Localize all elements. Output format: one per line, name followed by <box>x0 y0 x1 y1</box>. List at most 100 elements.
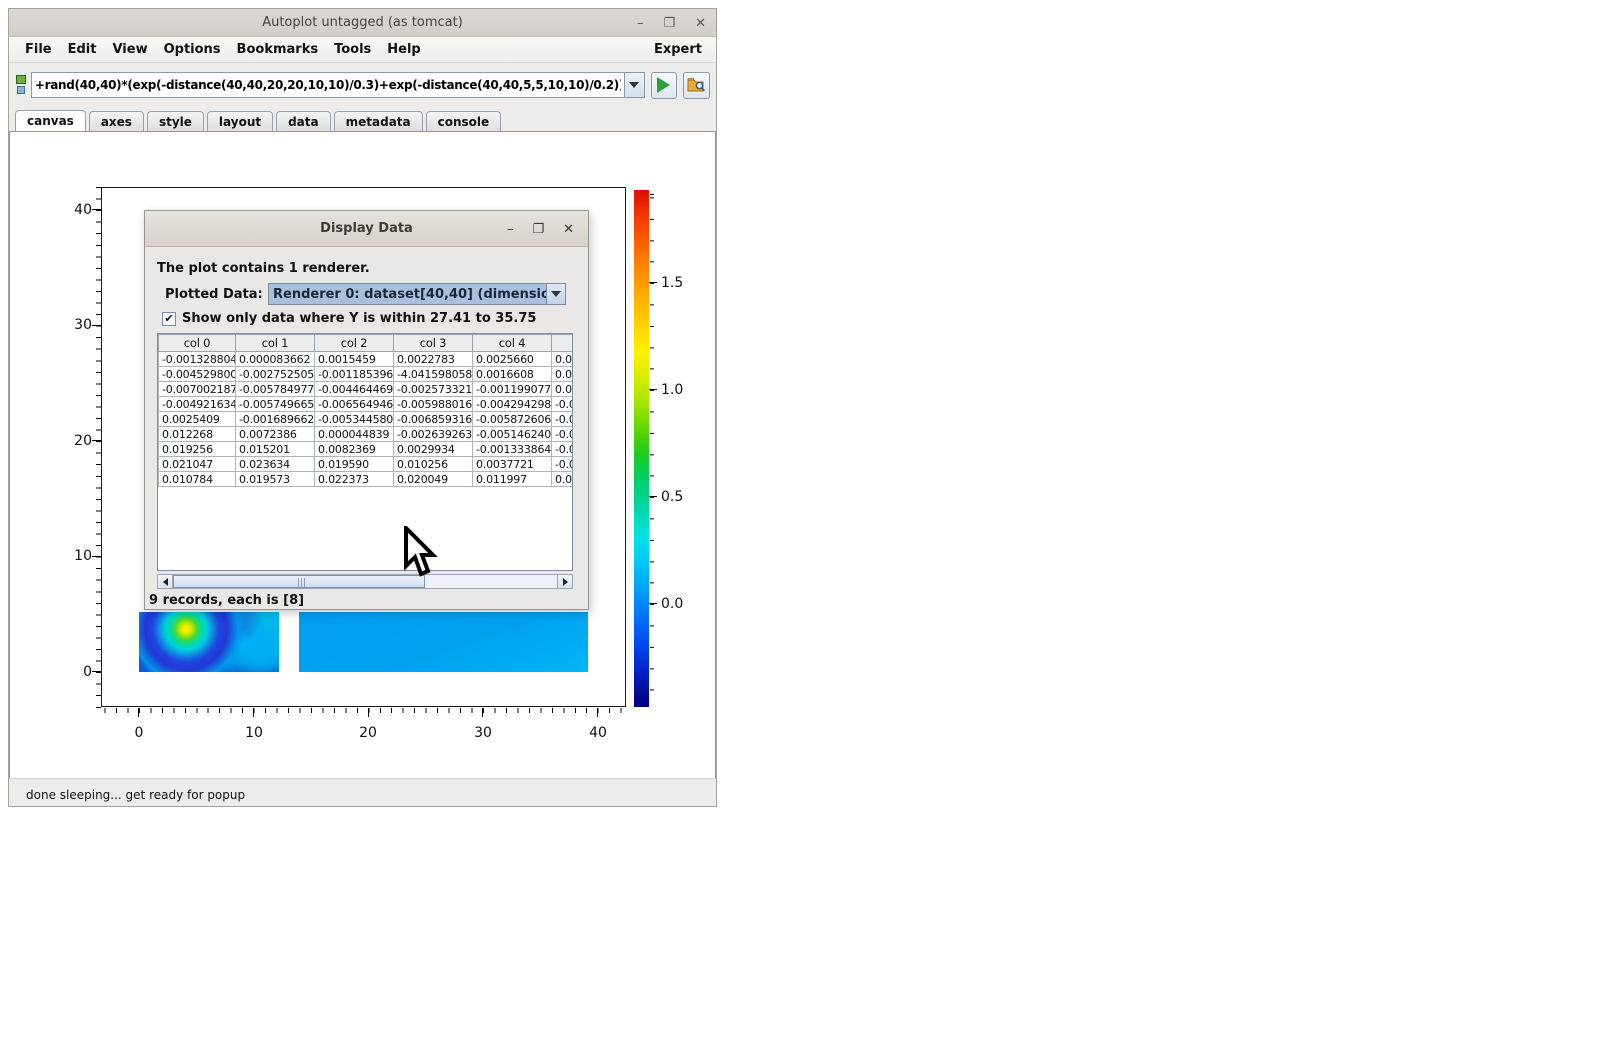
table-cell[interactable]: -0.004529800... <box>159 367 236 382</box>
table-cell[interactable]: 0.00 <box>552 352 574 367</box>
table-cell[interactable]: -0.0 <box>552 427 574 442</box>
dialog-maximize-icon[interactable]: ❐ <box>532 223 544 236</box>
table-cell[interactable]: 0.019573 <box>236 472 315 487</box>
colorbar[interactable] <box>634 190 649 707</box>
table-cell[interactable]: 0.012268 <box>159 427 236 442</box>
column-header[interactable] <box>552 335 574 352</box>
tab-metadata[interactable]: metadata <box>334 111 423 131</box>
menu-view[interactable]: View <box>104 39 155 60</box>
table-cell[interactable]: 0.00 <box>552 382 574 397</box>
expert-mode-label[interactable]: Expert <box>648 39 708 60</box>
table-cell[interactable]: -0.006564946... <box>315 397 394 412</box>
table-cell[interactable]: 0.010784 <box>159 472 236 487</box>
close-icon[interactable]: ✕ <box>695 17 706 30</box>
table-cell[interactable]: -0.0 <box>552 457 574 472</box>
title-bar[interactable]: Autoplot untagged (as tomcat) – ❐ ✕ <box>9 9 716 37</box>
table-cell[interactable]: 0.0029934 <box>394 442 473 457</box>
tab-layout[interactable]: layout <box>207 111 273 131</box>
combo-dropdown-button[interactable] <box>546 284 565 304</box>
table-cell[interactable]: 0.022373 <box>315 472 394 487</box>
data-table-scrollpane[interactable]: col 0 col 1 col 2 col 3 col 4 -0.0013288… <box>157 333 573 571</box>
table-cell[interactable]: 0.0072386 <box>236 427 315 442</box>
spectrogram-left-segment[interactable] <box>139 612 279 672</box>
table-cell[interactable]: -0.005872606... <box>473 412 552 427</box>
scroll-right-button[interactable] <box>557 575 572 588</box>
table-cell[interactable]: 0.0082369 <box>315 442 394 457</box>
table-cell[interactable]: 0.019256 <box>159 442 236 457</box>
table-cell[interactable]: 0.000083662 <box>236 352 315 367</box>
column-header[interactable]: col 0 <box>159 335 236 352</box>
table-cell[interactable]: -0.002752505... <box>236 367 315 382</box>
plotted-data-combobox[interactable]: Renderer 0: dataset[40,40] (dimension... <box>268 283 566 305</box>
column-header[interactable]: col 4 <box>473 335 552 352</box>
table-cell[interactable]: 0.019590 <box>315 457 394 472</box>
menu-help[interactable]: Help <box>379 39 428 60</box>
column-header[interactable]: col 3 <box>394 335 473 352</box>
table-cell[interactable]: -0.004294298... <box>473 397 552 412</box>
table-cell[interactable]: 0.0015459 <box>315 352 394 367</box>
table-cell[interactable]: -0.002573321... <box>394 382 473 397</box>
table-cell[interactable]: 0.0022783 <box>394 352 473 367</box>
scroll-left-button[interactable] <box>158 575 173 588</box>
table-cell[interactable]: -0.005988016... <box>394 397 473 412</box>
table-cell[interactable]: 0.0016608 <box>473 367 552 382</box>
table-cell[interactable]: 0.0037721 <box>473 457 552 472</box>
table-cell[interactable]: 0.00 <box>552 472 574 487</box>
table-cell[interactable]: -0.001689662... <box>236 412 315 427</box>
scrollbar-thumb[interactable] <box>173 575 425 588</box>
dialog-title-bar[interactable]: Display Data – ❐ ✕ <box>145 211 588 247</box>
table-cell[interactable]: 0.000044839 <box>315 427 394 442</box>
dialog-minimize-icon[interactable]: – <box>507 223 514 236</box>
horizontal-scrollbar[interactable] <box>157 574 573 589</box>
tab-data[interactable]: data <box>276 111 331 131</box>
table-cell[interactable]: -0.007002187... <box>159 382 236 397</box>
inspect-uri-button[interactable] <box>683 72 710 99</box>
tab-canvas[interactable]: canvas <box>15 110 86 131</box>
table-cell[interactable]: -0.005146240... <box>473 427 552 442</box>
menu-options[interactable]: Options <box>156 39 229 60</box>
table-cell[interactable]: -0.001328804... <box>159 352 236 367</box>
uri-toolbar <box>9 63 716 107</box>
table-cell[interactable]: -0.004921634... <box>159 397 236 412</box>
minimize-icon[interactable]: – <box>637 17 644 30</box>
column-header[interactable]: col 2 <box>315 335 394 352</box>
table-cell[interactable]: -4.041598058... <box>394 367 473 382</box>
go-plot-button[interactable] <box>651 72 678 99</box>
table-cell[interactable]: -0.0 <box>552 412 574 427</box>
table-cell[interactable]: 0.021047 <box>159 457 236 472</box>
column-header[interactable]: col 1 <box>236 335 315 352</box>
table-cell[interactable]: -0.006859316... <box>394 412 473 427</box>
table-cell[interactable]: 0.010256 <box>394 457 473 472</box>
table-cell[interactable]: -0.004464469... <box>315 382 394 397</box>
plot-canvas[interactable]: 40 30 20 10 0 0 10 20 30 40 1.5 1.0 0.5 … <box>9 131 716 779</box>
tab-console[interactable]: console <box>426 111 502 131</box>
table-cell[interactable]: -0.005344580... <box>315 412 394 427</box>
menu-edit[interactable]: Edit <box>60 39 105 60</box>
dialog-close-icon[interactable]: ✕ <box>563 223 574 236</box>
table-cell[interactable]: 0.0025660 <box>473 352 552 367</box>
table-cell[interactable]: -0.001185396... <box>315 367 394 382</box>
tab-axes[interactable]: axes <box>89 111 144 131</box>
uri-input[interactable] <box>31 72 625 98</box>
table-cell[interactable]: -0.005784977... <box>236 382 315 397</box>
table-cell[interactable]: 0.020049 <box>394 472 473 487</box>
table-cell[interactable]: 0.011997 <box>473 472 552 487</box>
tab-style[interactable]: style <box>147 111 204 131</box>
filter-checkbox[interactable]: ✔ <box>162 312 176 326</box>
table-cell[interactable]: -0.002639263... <box>394 427 473 442</box>
table-cell[interactable]: 0.00 <box>552 367 574 382</box>
spectrogram-right-segment[interactable] <box>299 612 588 672</box>
table-cell[interactable]: -0.0 <box>552 442 574 457</box>
menu-file[interactable]: File <box>17 39 60 60</box>
table-cell[interactable]: 0.0025409 <box>159 412 236 427</box>
maximize-icon[interactable]: ❐ <box>663 17 675 30</box>
table-cell[interactable]: -0.0 <box>552 397 574 412</box>
table-cell[interactable]: -0.001333864... <box>473 442 552 457</box>
table-cell[interactable]: 0.015201 <box>236 442 315 457</box>
menu-bookmarks[interactable]: Bookmarks <box>229 39 327 60</box>
uri-dropdown-button[interactable] <box>625 72 645 98</box>
table-cell[interactable]: -0.001199077... <box>473 382 552 397</box>
table-cell[interactable]: -0.005749665... <box>236 397 315 412</box>
menu-tools[interactable]: Tools <box>326 39 379 60</box>
table-cell[interactable]: 0.023634 <box>236 457 315 472</box>
